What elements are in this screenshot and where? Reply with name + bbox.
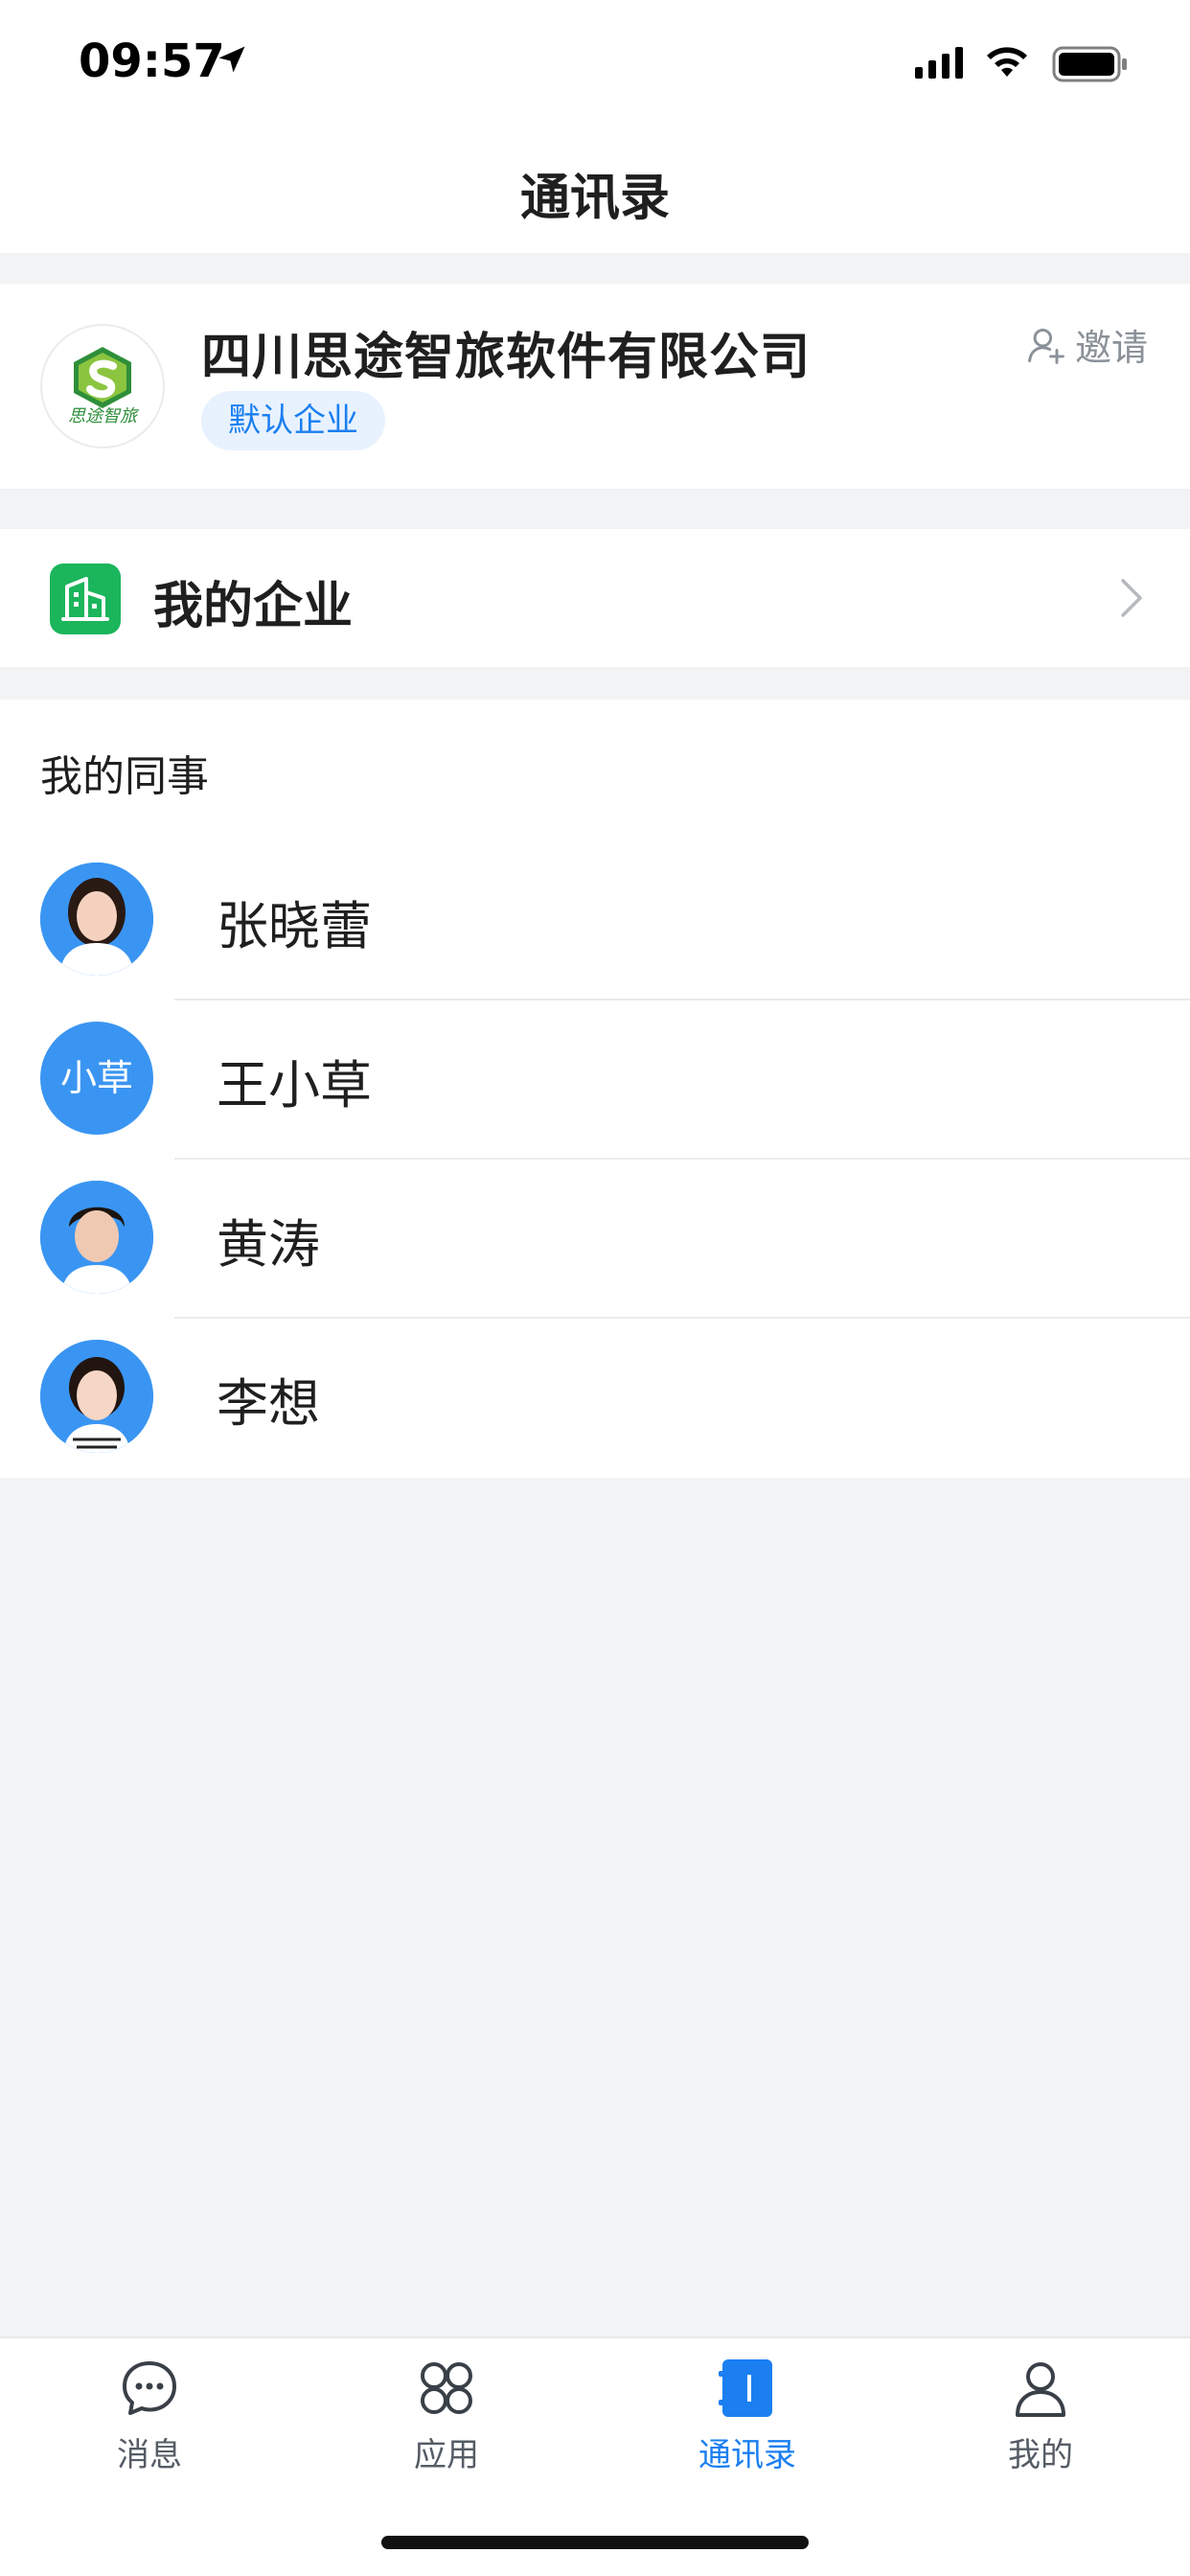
avatar bbox=[40, 1181, 153, 1294]
avatar: 小草 bbox=[40, 1022, 153, 1135]
my-enterprise-label: 我的企业 bbox=[153, 578, 354, 635]
colleague-name: 张晓蕾 bbox=[217, 896, 372, 956]
status-time: 09:57 bbox=[79, 34, 225, 88]
home-indicator bbox=[381, 2536, 809, 2549]
tab-label: 消息 bbox=[117, 2436, 182, 2474]
location-arrow-icon bbox=[218, 46, 245, 73]
colleagues-section: 我的同事 张晓蕾 小草 王小草 黄涛 李想 bbox=[0, 700, 1190, 1478]
my-enterprise-row[interactable]: 我的企业 bbox=[0, 529, 1190, 667]
contacts-screen: 09:57 通讯录 思途智旅 四川思途智旅软件有限公司 默认企业 邀请 我的企业… bbox=[0, 0, 1190, 2576]
profile-icon bbox=[1016, 2362, 1065, 2417]
colleague-row[interactable]: 张晓蕾 bbox=[0, 841, 1190, 1000]
contacts-icon bbox=[719, 2359, 772, 2417]
colleague-name: 黄涛 bbox=[217, 1214, 320, 1275]
add-user-icon bbox=[1028, 328, 1064, 364]
tab-contacts[interactable]: 通讯录 bbox=[652, 2358, 843, 2475]
company-card[interactable]: 思途智旅 四川思途智旅软件有限公司 默认企业 邀请 bbox=[0, 284, 1190, 489]
tab-label: 通讯录 bbox=[698, 2436, 796, 2474]
tab-label: 我的 bbox=[1008, 2436, 1073, 2474]
avatar bbox=[40, 1340, 153, 1453]
status-bar: 09:57 bbox=[0, 0, 1190, 130]
tab-profile[interactable]: 我的 bbox=[945, 2358, 1136, 2475]
invite-button[interactable]: 邀请 bbox=[1025, 318, 1148, 371]
default-enterprise-badge: 默认企业 bbox=[201, 391, 385, 450]
avatar bbox=[40, 862, 153, 976]
colleague-row[interactable]: 李想 bbox=[0, 1319, 1190, 1478]
colleague-row[interactable]: 小草 王小草 bbox=[0, 1000, 1190, 1160]
wifi-icon bbox=[987, 47, 1027, 77]
colleague-name: 李想 bbox=[217, 1373, 320, 1434]
cellular-signal-icon bbox=[915, 47, 963, 79]
avatar-initials: 小草 bbox=[59, 1057, 133, 1099]
building-icon bbox=[50, 564, 121, 634]
page-title: 通讯录 bbox=[519, 170, 670, 227]
company-logo: 思途智旅 bbox=[40, 324, 165, 448]
battery-icon bbox=[1052, 46, 1127, 82]
message-icon bbox=[123, 2361, 176, 2415]
tab-apps[interactable]: 应用 bbox=[351, 2358, 542, 2475]
apps-icon bbox=[421, 2362, 472, 2414]
colleagues-title: 我的同事 bbox=[40, 752, 209, 801]
colleague-name: 王小草 bbox=[217, 1055, 372, 1116]
invite-label: 邀请 bbox=[1074, 327, 1148, 369]
tab-label: 应用 bbox=[414, 2436, 479, 2474]
colleague-row[interactable]: 黄涛 bbox=[0, 1160, 1190, 1319]
chevron-right-icon bbox=[1121, 579, 1142, 617]
nav-bar: 通讯录 bbox=[0, 130, 1190, 253]
svg-text:思途智旅: 思途智旅 bbox=[68, 406, 140, 426]
tab-messages[interactable]: 消息 bbox=[54, 2358, 245, 2475]
company-name: 四川思途智旅软件有限公司 bbox=[201, 329, 812, 386]
